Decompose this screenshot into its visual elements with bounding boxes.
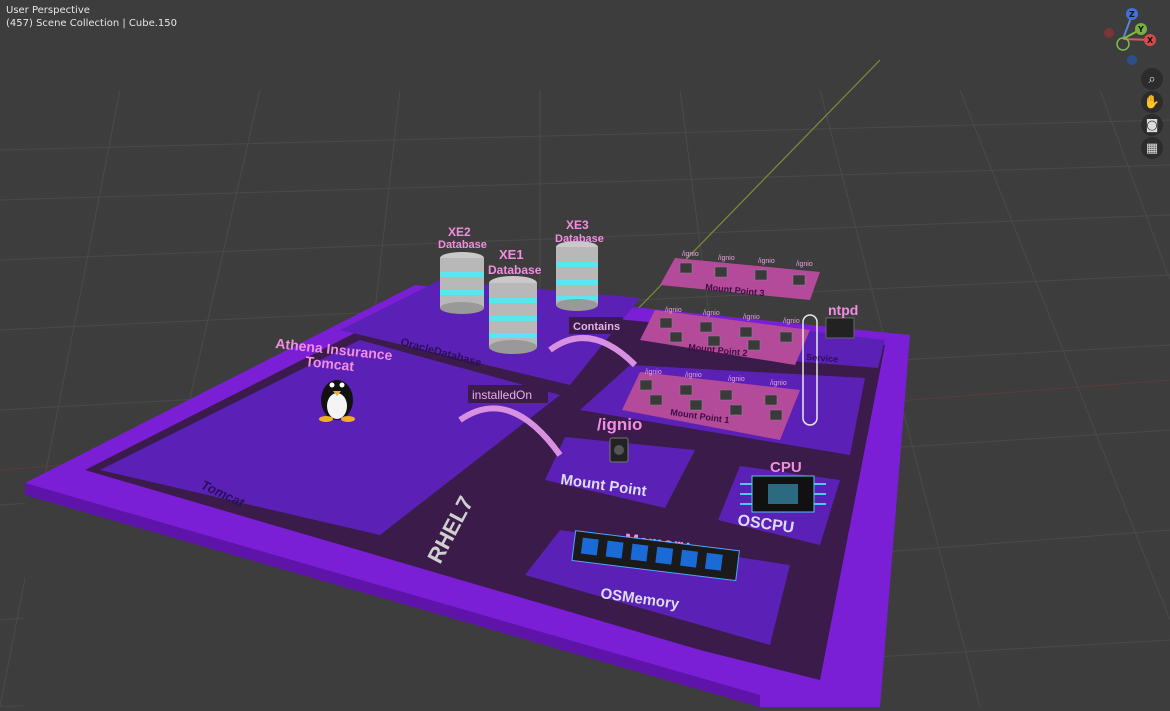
zoom-icon[interactable]: ⌕ [1141,68,1163,90]
svg-text:/ignio: /ignio [796,261,813,268]
view-name: User Perspective [6,5,90,16]
database-xe1 [489,276,537,354]
svg-text:/ignio: /ignio [758,258,775,265]
svg-text:/ignio: /ignio [770,380,787,387]
xe2-name: XE2 [448,225,471,239]
svg-text:/ignio: /ignio [718,255,735,262]
xe1-name: XE1 [499,247,524,262]
svg-text:/ignio: /ignio [682,251,699,258]
installed-on-label: installedOn [472,388,532,402]
xe3-sub: Database [555,233,604,245]
svg-text:/ignio: /ignio [728,376,745,383]
contains-label: Contains [573,321,620,333]
collection-info: (457) Scene Collection | Cube.150 [6,18,178,29]
svg-text:/ignio: /ignio [783,318,800,325]
navigation-gizmo[interactable]: Z Y X [1100,6,1166,66]
xe1-sub: Database [488,263,542,277]
database-xe2 [440,252,484,314]
svg-text:/ignio: /ignio [703,310,720,317]
svg-text:Y: Y [1137,25,1144,34]
xe3-name: XE3 [566,218,589,232]
database-xe3 [556,241,598,311]
3d-viewport[interactable]: Tomcat OracleDatabase Mount Point 3 Moun… [0,0,1170,708]
svg-text:/ignio: /ignio [685,372,702,379]
cpu-label: CPU [770,459,802,476]
ignio-label: /ignio [597,415,642,434]
svg-text:/ignio: /ignio [665,307,682,314]
camera-icon[interactable]: ◙ [1141,114,1163,136]
xe2-sub: Database [438,239,487,251]
svg-text:X: X [1147,36,1154,45]
scene-canvas: Tomcat OracleDatabase Mount Point 3 Moun… [0,59,1170,708]
svg-text:/ignio: /ignio [645,369,662,376]
ntpd-label: ntpd [828,302,858,318]
ntpd-monitor [825,317,855,339]
hand-pan-icon[interactable]: ✋ [1141,91,1163,113]
grid-projection-icon[interactable]: ▦ [1141,137,1163,159]
svg-text:/ignio: /ignio [743,314,760,321]
cpu-chip-icon [740,475,826,513]
svg-text:Z: Z [1129,10,1135,19]
